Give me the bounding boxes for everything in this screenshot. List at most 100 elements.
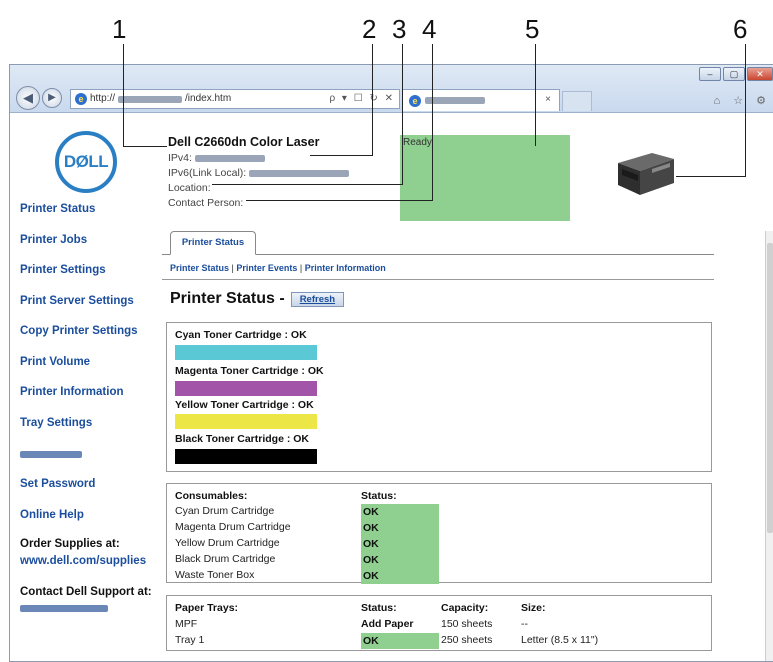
close-window-button[interactable]: ✕ (747, 67, 773, 81)
callout-number-4: 4 (422, 14, 437, 44)
callout-line-2 (310, 155, 373, 156)
maximize-button[interactable]: ▢ (723, 67, 745, 81)
tray-status: Add Paper (361, 618, 414, 630)
callout-line-3 (402, 44, 403, 184)
callout-number-2: 2 (362, 14, 377, 44)
sub-navigation: Printer Status | Printer Events | Printe… (170, 263, 386, 273)
address-bar[interactable]: e http:// /index.htm ρ ▾ ☐ ↻ ✕ (70, 89, 400, 109)
consumable-status: OK (361, 504, 439, 520)
callout-line-3 (212, 184, 403, 185)
sidebar-item-print-volume[interactable]: Print Volume (20, 356, 90, 368)
contact-support-link-redacted[interactable] (20, 605, 108, 612)
consumable-status: OK (361, 568, 439, 584)
tray-header-name: Paper Trays: (175, 602, 239, 614)
consumables-header: Consumables: (175, 490, 248, 502)
tray-size: Letter (8.5 x 11") (521, 634, 599, 646)
tray-status: OK (361, 633, 439, 649)
tab-bar: Printer Status (162, 231, 714, 255)
logo-text: DØLL (63, 152, 109, 171)
sublink-printer-events[interactable]: Printer Events (236, 263, 297, 273)
contact-row: Contact Person: (168, 197, 244, 209)
black-toner-label: Black Toner Cartridge : OK (175, 433, 309, 445)
address-tools[interactable]: ρ ▾ ☐ ↻ ✕ (329, 90, 395, 108)
back-arrow-icon[interactable]: ◀ (16, 86, 40, 110)
printer-info: Dell C2660dn Color Laser IPv4: IPv6(Link… (168, 135, 350, 209)
divider (162, 279, 714, 280)
consumable-name: Yellow Drum Cartridge (175, 537, 280, 549)
magenta-toner-label: Magenta Toner Cartridge : OK (175, 365, 324, 377)
ipv4-label: IPv4: (168, 152, 192, 164)
contact-support-label: Contact Dell Support at: (20, 586, 152, 598)
minimize-button[interactable]: ‒ (699, 67, 721, 81)
tray-header-status: Status: (361, 602, 397, 614)
ipv6-label: IPv6(Link Local): (168, 167, 247, 179)
sidebar-item-printer-jobs[interactable]: Printer Jobs (20, 234, 87, 246)
sidebar-item-redacted[interactable] (20, 451, 82, 458)
consumable-status: OK (361, 552, 439, 568)
ie-icon: e (75, 93, 87, 105)
consumable-name: Black Drum Cartridge (175, 553, 276, 565)
sublink-printer-information[interactable]: Printer Information (305, 263, 386, 273)
consumables-box: Consumables: Status: Cyan Drum Cartridge… (166, 483, 712, 584)
printer-icon (618, 153, 674, 195)
tray-name: MPF (175, 618, 198, 630)
ipv6-redacted (249, 169, 350, 177)
magenta-toner-bar (175, 381, 317, 396)
consumable-name: Magenta Drum Cartridge (175, 521, 291, 533)
status-text: Ready (403, 137, 432, 148)
tray-header-size: Size: (521, 602, 546, 614)
ipv4-row: IPv4: (168, 152, 349, 164)
dell-logo: DØLL (55, 131, 117, 193)
redacted-ip (118, 95, 183, 103)
consumable-name: Cyan Drum Cartridge (175, 505, 275, 517)
toolbar-icons[interactable]: ⌂ ☆ ⚙ (714, 94, 771, 107)
sidebar-item-set-password[interactable]: Set Password (20, 478, 95, 490)
sidebar-item-print-server-settings[interactable]: Print Server Settings (20, 295, 134, 307)
cyan-toner-label: Cyan Toner Cartridge : OK (175, 329, 307, 341)
callout-number-1: 1 (112, 14, 127, 44)
callout-line-6 (676, 176, 746, 177)
address-text: http:// (90, 93, 116, 104)
cyan-toner-bar (175, 345, 317, 360)
tab-printer-status[interactable]: Printer Status (170, 231, 256, 255)
ipv6-row: IPv6(Link Local): (168, 167, 350, 179)
sidebar-item-printer-status[interactable]: Printer Status (20, 203, 95, 215)
ipv4-redacted (194, 154, 265, 162)
new-tab-button[interactable] (562, 91, 592, 111)
tray-name: Tray 1 (175, 634, 205, 646)
black-toner-bar (175, 449, 317, 464)
sidebar-item-printer-information[interactable]: Printer Information (20, 386, 124, 398)
callout-line-2 (372, 44, 373, 155)
browser-tab[interactable]: e × (402, 89, 560, 111)
callout-line-5 (535, 44, 536, 146)
sidebar-item-online-help[interactable]: Online Help (20, 509, 84, 521)
page-content: DØLL Dell C2660dn Color Laser IPv4: IPv6… (10, 113, 773, 661)
callout-line-4 (432, 44, 433, 200)
printer-status-panel: Ready (400, 135, 570, 221)
consumable-status: OK (361, 520, 439, 536)
browser-toolbar: ‒ ▢ ✕ ◀ ▶ e http:// /index.htm ρ ▾ ☐ ↻ ✕… (10, 65, 773, 113)
page-title: Printer Status - (170, 290, 285, 307)
forward-arrow-icon[interactable]: ▶ (42, 88, 62, 108)
tray-capacity: 250 sheets (441, 634, 493, 646)
vertical-scrollbar[interactable] (765, 231, 773, 661)
sidebar-item-tray-settings[interactable]: Tray Settings (20, 417, 92, 429)
order-supplies-link[interactable]: www.dell.com/supplies (20, 555, 146, 567)
consumable-status: OK (361, 536, 439, 552)
callout-line-1 (123, 44, 124, 146)
page-heading: Printer Status - Refresh (170, 290, 345, 308)
callout-line-1 (123, 146, 167, 147)
sidebar-item-copy-printer-settings[interactable]: Copy Printer Settings (20, 325, 138, 337)
tab-ie-icon: e (409, 94, 421, 107)
tab-close-icon[interactable]: × (545, 90, 551, 110)
browser-window: ‒ ▢ ✕ ◀ ▶ e http:// /index.htm ρ ▾ ☐ ↻ ✕… (9, 64, 773, 662)
callout-line-4 (246, 200, 433, 201)
refresh-button[interactable]: Refresh (290, 291, 345, 307)
callout-number-5: 5 (525, 14, 540, 44)
consumable-name: Waste Toner Box (175, 569, 255, 581)
scroll-thumb[interactable] (767, 243, 773, 533)
sublink-printer-status[interactable]: Printer Status (170, 263, 229, 273)
consumables-status-header: Status: (361, 490, 397, 502)
tab-title-redacted (425, 97, 485, 104)
sidebar-item-printer-settings[interactable]: Printer Settings (20, 264, 106, 276)
